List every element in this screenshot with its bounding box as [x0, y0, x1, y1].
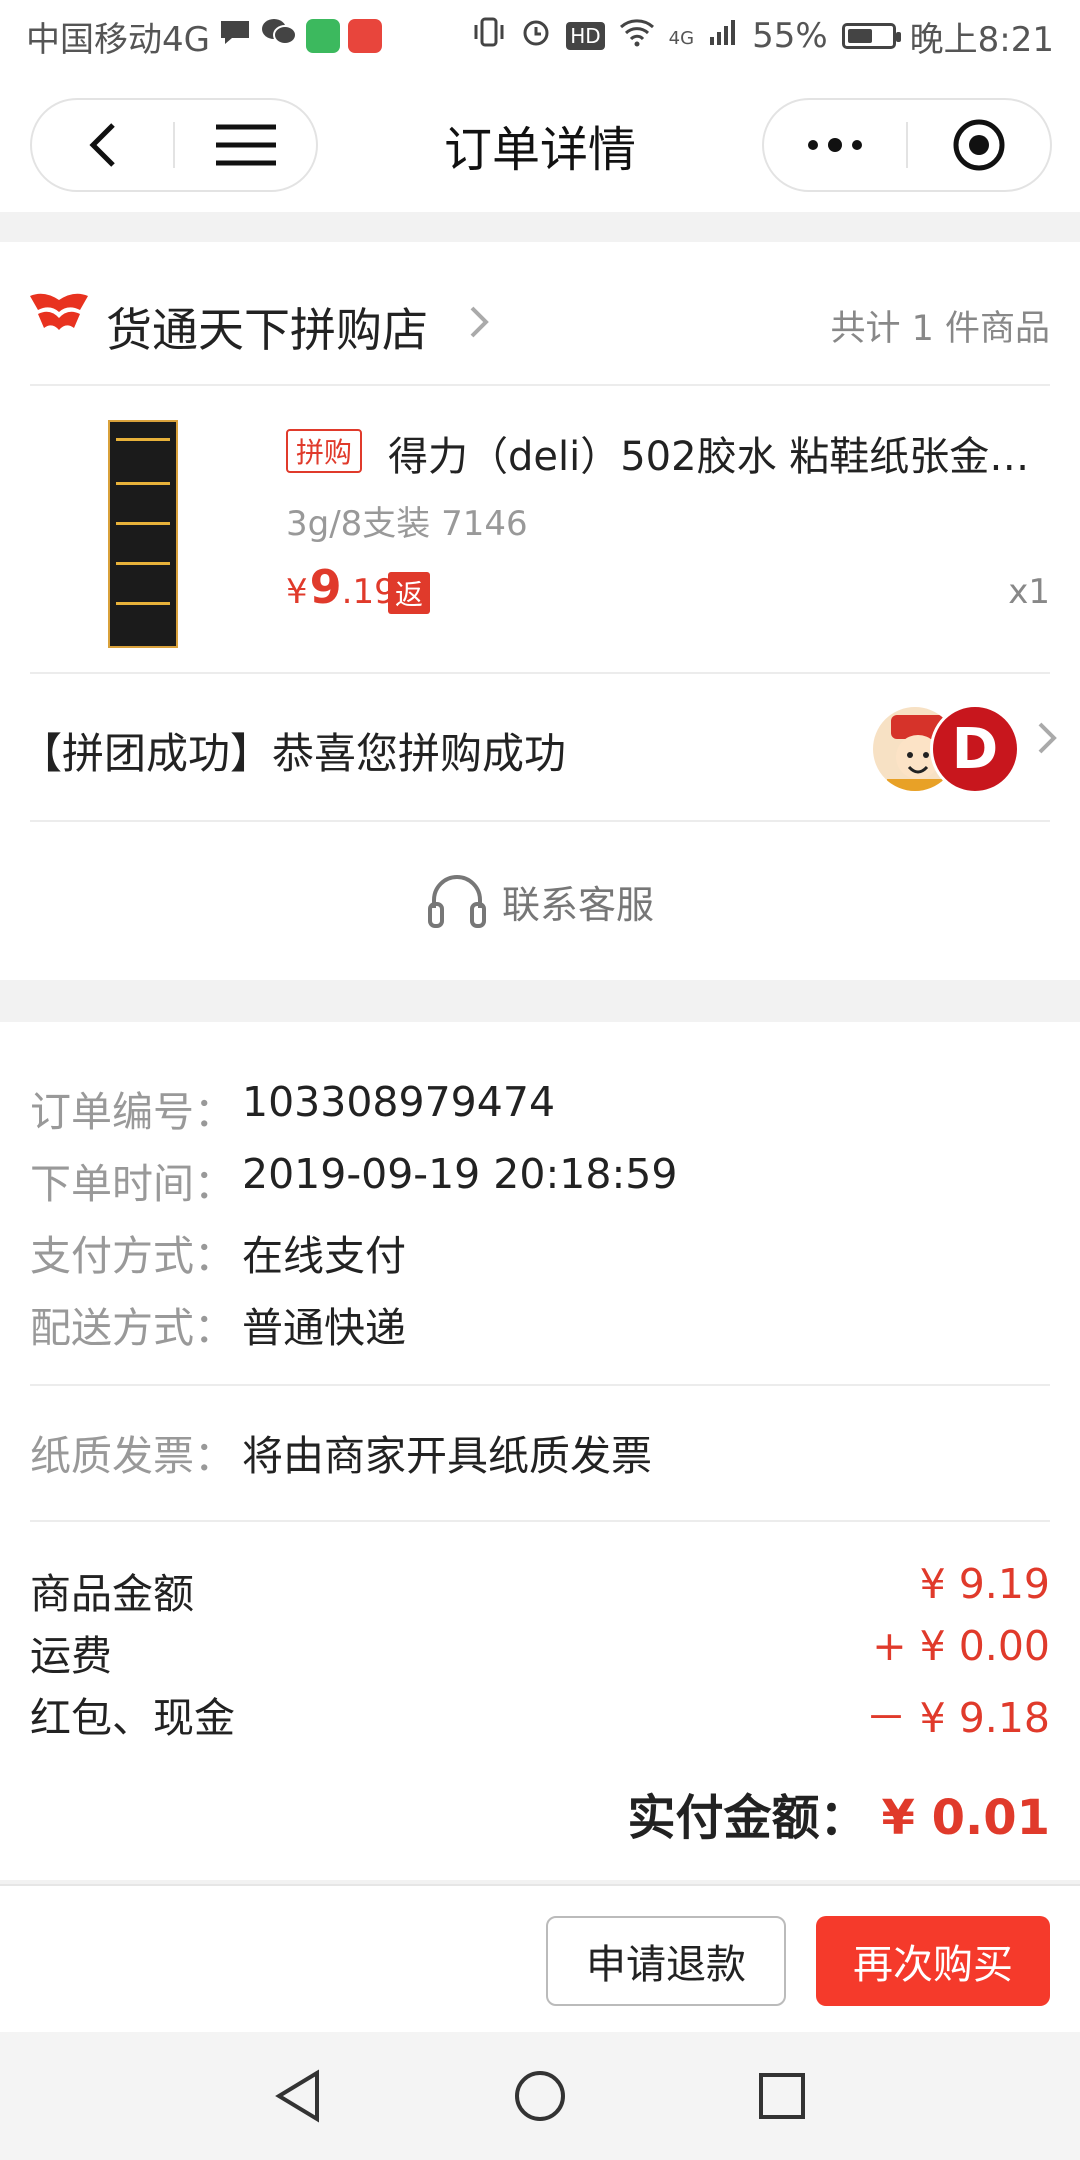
network-type: 4G	[668, 27, 695, 49]
product-image-stripe	[116, 602, 170, 605]
headset-icon	[427, 875, 486, 928]
clock: 晚上8:21	[909, 19, 1054, 60]
product-title: 得力（deli）502胶水 粘鞋纸张金属塑料木材皮革 强力胶 3g/8支装 71…	[388, 434, 1048, 480]
nav-bar: 订单详情	[0, 72, 1080, 212]
info-key: 配送方式：	[30, 1304, 235, 1352]
contact-service-label: 联系客服	[501, 882, 654, 927]
total-paid-label: 实付金额：	[627, 1790, 868, 1846]
goods-amount: ¥ 9.19	[919, 1560, 1050, 1608]
order-time: 2019-09-19 20:18:59	[242, 1150, 678, 1198]
item-count: 共计 1 件商品	[830, 309, 1050, 349]
message-bubble-icon	[218, 17, 252, 55]
wechat-icon	[260, 17, 298, 55]
divider	[30, 672, 1050, 674]
signal-icon	[708, 17, 738, 55]
discount-amount: － ¥ 9.18	[865, 1694, 1050, 1742]
shipping-fee: + ¥ 0.00	[872, 1622, 1050, 1670]
nav-right-capsule	[762, 98, 1052, 192]
total-paid-amount: ¥ 0.01	[881, 1790, 1050, 1846]
system-recents-icon[interactable]	[757, 2071, 807, 2121]
product-image	[108, 420, 178, 648]
bottom-action-bar: 申请退款 再次购买	[0, 1884, 1080, 2032]
goods-amount-row: 商品金额 ¥ 9.19	[30, 1560, 1050, 1620]
product-image-stripe	[116, 522, 170, 525]
info-key: 订单编号：	[30, 1088, 235, 1136]
status-bar-right: HD 4G 55% 晚上8:21	[472, 12, 1054, 61]
order-number-row: 订单编号： 103308979474	[30, 1078, 555, 1138]
system-back-icon[interactable]	[273, 2069, 323, 2123]
order-info-card: 订单编号： 103308979474 下单时间： 2019-09-19 20:1…	[0, 1022, 1080, 1880]
divider	[30, 384, 1050, 386]
product-quantity: x1	[1008, 572, 1050, 612]
group-status-text: 【拼团成功】恭喜您拼购成功	[20, 729, 567, 778]
more-dots-icon	[808, 138, 862, 152]
chevron-right-icon	[1036, 720, 1058, 766]
delivery-method: 普通快递	[242, 1304, 406, 1352]
payment-method: 在线支付	[242, 1232, 406, 1280]
payment-method-row: 支付方式： 在线支付	[30, 1222, 406, 1282]
shop-logo-icon	[30, 293, 88, 330]
amount-key: 红包、现金	[30, 1694, 235, 1742]
system-navigation-bar	[0, 2032, 1080, 2160]
status-bar: 中国移动4G HD 4G 55% 晚上8:21	[0, 0, 1080, 72]
info-key: 纸质发票：	[30, 1432, 235, 1480]
invoice-row: 纸质发票： 将由商家开具纸质发票	[30, 1422, 652, 1482]
qutoutiao-app-icon	[305, 19, 340, 53]
product-image-stripe	[116, 562, 170, 565]
avatar: D	[930, 704, 1020, 794]
amount-key: 运费	[30, 1632, 112, 1680]
invoice-value: 将由商家开具纸质发票	[242, 1432, 652, 1480]
delivery-method-row: 配送方式： 普通快递	[30, 1294, 406, 1354]
target-circle-icon	[953, 119, 1005, 171]
close-miniprogram-button[interactable]	[908, 100, 1050, 190]
product-price: ¥ 9 .19	[286, 560, 396, 614]
buy-again-button[interactable]: 再次购买	[816, 1916, 1050, 2006]
total-paid-row: 实付金额： ¥ 0.01	[627, 1778, 1050, 1848]
amount-key: 商品金额	[30, 1570, 194, 1618]
shipping-fee-row: 运费 + ¥ 0.00	[30, 1622, 1050, 1682]
rebate-badge: 返	[388, 572, 430, 614]
order-number: 103308979474	[242, 1078, 556, 1126]
divider	[30, 1384, 1050, 1386]
status-bar-left: 中国移动4G	[26, 12, 382, 61]
chevron-right-icon	[468, 304, 490, 350]
more-button[interactable]	[764, 100, 906, 190]
hd-badge: HD	[566, 22, 605, 50]
product-image-stripe	[116, 438, 170, 441]
price-integer: 9	[309, 560, 342, 614]
contact-service-button[interactable]: 联系客服	[0, 872, 1080, 930]
info-key: 支付方式：	[30, 1232, 235, 1280]
info-key: 下单时间：	[30, 1160, 235, 1208]
price-currency: ¥	[286, 572, 308, 612]
discount-row: 红包、现金 － ¥ 9.18	[30, 1684, 1050, 1744]
pingou-tag: 拼购	[286, 429, 362, 473]
order-time-row: 下单时间： 2019-09-19 20:18:59	[30, 1150, 677, 1210]
wifi-icon	[619, 17, 655, 55]
carrier-label: 中国移动4G	[26, 19, 210, 60]
divider	[30, 820, 1050, 822]
product-spec: 3g/8支装 7146	[286, 504, 528, 544]
order-goods-card: 货通天下拼购店 共计 1 件商品 拼购 得力（deli）502胶水 粘鞋纸张金属…	[0, 242, 1080, 980]
battery-level-fill	[847, 29, 872, 43]
battery-percent: 55%	[752, 16, 828, 56]
shop-name: 货通天下拼购店	[106, 303, 428, 357]
system-home-icon[interactable]	[513, 2069, 567, 2123]
vibrate-icon	[472, 16, 506, 56]
product-image-stripe	[116, 482, 170, 485]
alarm-icon	[520, 16, 552, 56]
apply-refund-button[interactable]: 申请退款	[546, 1916, 786, 2006]
battery-icon	[841, 23, 901, 49]
toutiao-app-icon	[347, 19, 382, 53]
divider	[30, 1520, 1050, 1522]
